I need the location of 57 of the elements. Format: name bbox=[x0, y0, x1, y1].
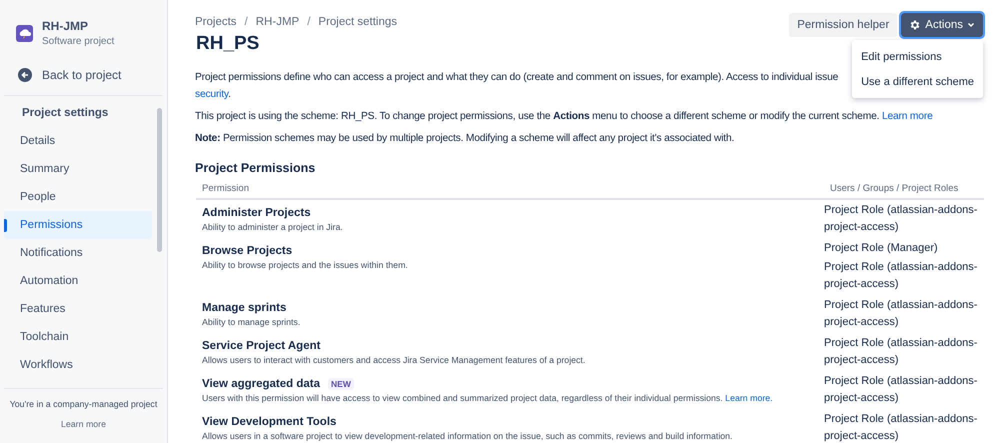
section-heading: Project Permissions bbox=[195, 161, 316, 175]
scheme-paragraph: This project is using the scheme: RH_PS. To change project permissions, use the Actions menu to choose a different scheme or modify the current scheme. Learn more bbox=[195, 110, 934, 124]
permission-description: Ability to browse projects and the issues within them. bbox=[202, 260, 409, 272]
scrollbar-thumb[interactable] bbox=[157, 108, 162, 252]
project-type: Software project bbox=[42, 36, 114, 47]
role-text: Project Role (atlassian-addons-project-access) bbox=[824, 298, 978, 330]
breadcrumb-separator: / bbox=[307, 16, 310, 28]
breadcrumb-separator: / bbox=[244, 16, 248, 28]
breadcrumb-link[interactable]: Projects bbox=[195, 16, 237, 28]
column-header: Users / Groups / Project Roles bbox=[824, 179, 984, 199]
role-text: Project Role (atlassian-addons-project-access) bbox=[824, 374, 978, 406]
sidebar-item[interactable]: Permissions bbox=[4, 211, 152, 239]
settings-icon bbox=[909, 19, 922, 31]
sidebar-item[interactable]: Summary bbox=[4, 155, 152, 183]
page-title: RH_PS bbox=[195, 33, 260, 55]
role-text: Project Role (atlassian-addons-project-access) bbox=[824, 412, 978, 443]
permission-name: Service Project Agent bbox=[202, 340, 320, 352]
note-paragraph: Note: Permission schemes may be used by multiple projects. Modifying a scheme will affect any project it's associated with. bbox=[195, 132, 736, 146]
learn-more-link[interactable]: Learn more bbox=[882, 111, 933, 122]
menu-item[interactable]: Edit permissions bbox=[852, 44, 983, 69]
menu-item[interactable]: Use a different scheme bbox=[852, 69, 983, 94]
new-tag: NEW bbox=[328, 378, 354, 390]
breadcrumb-link[interactable]: RH-JMP bbox=[256, 16, 300, 28]
sidebar-item[interactable]: Automation bbox=[4, 267, 152, 295]
back-to-project-link[interactable]: Back to project bbox=[18, 68, 122, 82]
security-link[interactable]: security bbox=[195, 89, 228, 100]
sidebar-item[interactable]: Notifications bbox=[4, 239, 152, 267]
project-name: RH-JMP bbox=[42, 19, 90, 33]
permission-name: Browse Projects bbox=[202, 244, 292, 256]
actions-button[interactable]: Actions bbox=[901, 13, 983, 37]
learn-more-link[interactable]: Learn more. bbox=[725, 393, 773, 403]
permission-description: Users with this permission will have access to view combined and summarized project data, regardless of their individual permissions. Learn more. bbox=[202, 393, 774, 405]
role-text: Project Role (Manager) bbox=[824, 241, 939, 256]
permission-helper-button[interactable]: Permission helper bbox=[789, 13, 898, 37]
section-heading: Project settings bbox=[21, 107, 110, 121]
chevron-down-icon bbox=[967, 21, 975, 29]
column-header: Permission bbox=[196, 179, 824, 199]
breadcrumb-link[interactable]: Project settings bbox=[318, 16, 398, 28]
permission-description: Ability to manage sprints. bbox=[202, 317, 302, 329]
footer-text: You're in a company-managed project bbox=[10, 399, 158, 409]
permission-name: Manage sprints bbox=[202, 302, 286, 314]
project-logo-icon bbox=[16, 24, 33, 42]
role-text: Project Role (atlassian-addons-project-access) bbox=[824, 260, 978, 292]
role-text: Project Role (atlassian-addons-project-access) bbox=[824, 336, 978, 368]
sidebar-item[interactable]: Toolchain bbox=[4, 323, 152, 351]
sidebar-item[interactable]: Details bbox=[4, 127, 152, 155]
permission-description: Allows users in a software project to view development-related information on the issue, such as commits, reviews and build information. bbox=[202, 431, 734, 443]
learn-more-link[interactable]: Learn more bbox=[61, 419, 106, 429]
permission-name: Administer Projects bbox=[202, 206, 311, 218]
sidebar-item[interactable]: Workflows bbox=[4, 351, 152, 379]
permission-name: View Development Tools bbox=[202, 416, 336, 428]
permission-description: Allows users to interact with customers and access Jira Service Management features of a project. bbox=[202, 355, 586, 367]
sidebar-item[interactable]: People bbox=[4, 183, 152, 211]
permission-description: Ability to administer a project in Jira. bbox=[202, 222, 344, 234]
permission-name: View aggregated data bbox=[202, 378, 320, 390]
sidebar-item[interactable]: Features bbox=[4, 295, 152, 323]
role-text: Project Role (atlassian-addons-project-access) bbox=[824, 203, 978, 235]
